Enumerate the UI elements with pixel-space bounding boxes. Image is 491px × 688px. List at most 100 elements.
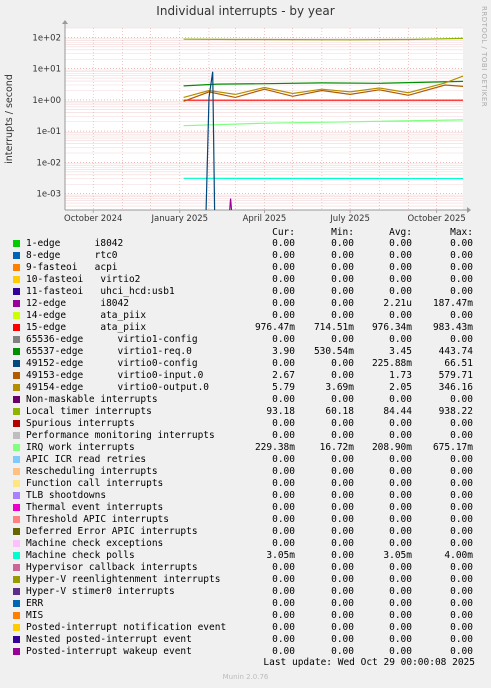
- legend-swatch: [13, 612, 20, 619]
- legend-cur: 0.00: [272, 454, 295, 465]
- legend-label: IRQ work interrupts: [26, 442, 135, 453]
- legend-swatch: [13, 420, 20, 427]
- legend-max: 0.00: [450, 574, 473, 585]
- legend-row: TLB shootdowns 0.00 0.00 0.00 0.00: [0, 490, 491, 502]
- legend-label: 8-edge rtc0: [26, 250, 118, 261]
- legend-swatch: [13, 348, 20, 355]
- legend-row: 15-edge ata_piix 976.47m 714.51m 976.34m 983…: [0, 322, 491, 334]
- legend-max: 0.00: [450, 502, 473, 513]
- legend-max: 983.43m: [432, 322, 473, 333]
- legend-swatch: [13, 552, 20, 559]
- legend-row: Non-maskable interrupts 0.00 0.00 0.00 0.00: [0, 394, 491, 406]
- legend-min: 0.00: [331, 274, 354, 285]
- legend-cur: 3.05m: [266, 550, 295, 561]
- legend-swatch: [13, 540, 20, 547]
- legend-label: Performance monitoring interrupts: [26, 430, 215, 441]
- legend-row: APIC ICR read retries 0.00 0.00 0.00 0.00: [0, 454, 491, 466]
- legend-label: Posted-interrupt wakeup event: [26, 646, 192, 657]
- legend-max: 0.00: [450, 562, 473, 573]
- legend-min: 60.18: [325, 406, 354, 417]
- legend-min: 0.00: [331, 262, 354, 273]
- legend-swatch: [13, 588, 20, 595]
- legend-label: 14-edge ata_piix: [26, 310, 147, 321]
- legend-avg: 3.45: [389, 346, 412, 357]
- legend-cur: 0.00: [272, 586, 295, 597]
- legend-max: 0.00: [450, 478, 473, 489]
- x-tick-label: July 2025: [329, 214, 370, 224]
- legend-label: 65537-edge virtio1-req.0: [26, 346, 192, 357]
- legend: 1-edge i8042 0.00 0.00 0.00 0.00 8-edge rtc0 0…: [0, 238, 491, 658]
- legend-min: 0.00: [331, 310, 354, 321]
- legend-row: Hyper-V reenlightenment interrupts 0.00 0.…: [0, 574, 491, 586]
- legend-min: 0.00: [331, 634, 354, 645]
- legend-cur: 0.00: [272, 526, 295, 537]
- legend-avg: 0.00: [389, 646, 412, 657]
- legend-min: 0.00: [331, 574, 354, 585]
- legend-label: Non-maskable interrupts: [26, 394, 158, 405]
- legend-max: 0.00: [450, 334, 473, 345]
- legend-swatch: [13, 276, 20, 283]
- legend-swatch: [13, 252, 20, 259]
- legend-max: 0.00: [450, 610, 473, 621]
- legend-label: Posted-interrupt notification event: [26, 622, 227, 633]
- legend-min: 0.00: [331, 502, 354, 513]
- legend-swatch: [13, 300, 20, 307]
- legend-swatch: [13, 576, 20, 583]
- legend-label: 12-edge i8042: [26, 298, 129, 309]
- legend-min: 0.00: [331, 250, 354, 261]
- legend-row: 14-edge ata_piix 0.00 0.00 0.00 0.00: [0, 310, 491, 322]
- legend-avg: 0.00: [389, 634, 412, 645]
- legend-min: 0.00: [331, 466, 354, 477]
- legend-swatch: [13, 408, 20, 415]
- legend-label: 65536-edge virtio1-config: [26, 334, 198, 345]
- legend-row: 1-edge i8042 0.00 0.00 0.00 0.00: [0, 238, 491, 250]
- legend-max: 0.00: [450, 490, 473, 501]
- legend-max: 938.22: [438, 406, 473, 417]
- plot-area: [65, 28, 463, 210]
- legend-avg: 1.73: [389, 370, 412, 381]
- legend-swatch: [13, 504, 20, 511]
- legend-label: Machine check polls: [26, 550, 135, 561]
- legend-avg: 0.00: [389, 466, 412, 477]
- y-axis-arrow: [62, 20, 68, 24]
- y-axis-label: interrupts / second: [4, 74, 15, 164]
- legend-min: 0.00: [331, 286, 354, 297]
- legend-swatch: [13, 528, 20, 535]
- legend-row: Spurious interrupts 0.00 0.00 0.00 0.00: [0, 418, 491, 430]
- col-cur: Cur:: [272, 227, 295, 238]
- legend-label: 10-fasteoi virtio2: [26, 274, 141, 285]
- legend-max: 0.00: [450, 250, 473, 261]
- legend-cur: 0.00: [272, 610, 295, 621]
- x-axis-arrow: [467, 207, 471, 213]
- legend-min: 0.00: [331, 514, 354, 525]
- legend-row: MIS 0.00 0.00 0.00 0.00: [0, 610, 491, 622]
- legend-avg: 2.21u: [383, 298, 412, 309]
- y-tick-label: 1e-03: [36, 190, 61, 200]
- legend-min: 530.54m: [313, 346, 354, 357]
- legend-label: Hypervisor callback interrupts: [26, 562, 198, 573]
- legend-swatch: [13, 456, 20, 463]
- legend-cur: 0.00: [272, 418, 295, 429]
- legend-cur: 0.00: [272, 394, 295, 405]
- legend-row: IRQ work interrupts 229.38m 16.72m 208.90m 6…: [0, 442, 491, 454]
- legend-swatch: [13, 264, 20, 271]
- legend-row: Posted-interrupt notification event 0.00 0…: [0, 622, 491, 634]
- legend-row: Machine check exceptions 0.00 0.00 0.00 0.00: [0, 538, 491, 550]
- legend-row: Function call interrupts 0.00 0.00 0.00 0.00: [0, 478, 491, 490]
- legend-cur: 0.00: [272, 502, 295, 513]
- legend-cur: 0.00: [272, 262, 295, 273]
- legend-avg: 0.00: [389, 502, 412, 513]
- legend-min: 0.00: [331, 454, 354, 465]
- legend-max: 0.00: [450, 466, 473, 477]
- legend-min: 0.00: [331, 622, 354, 633]
- legend-row: Nested posted-interrupt event 0.00 0.00 0.0…: [0, 634, 491, 646]
- legend-swatch: [13, 312, 20, 319]
- legend-label: 49152-edge virtio0-config: [26, 358, 198, 369]
- legend-max: 346.16: [438, 382, 473, 393]
- legend-max: 66.51: [444, 358, 473, 369]
- y-tick-label: 1e+02: [32, 33, 61, 43]
- x-tick-label: April 2025: [243, 214, 287, 224]
- legend-avg: 0.00: [389, 274, 412, 285]
- legend-swatch: [13, 624, 20, 631]
- legend-avg: 0.00: [389, 610, 412, 621]
